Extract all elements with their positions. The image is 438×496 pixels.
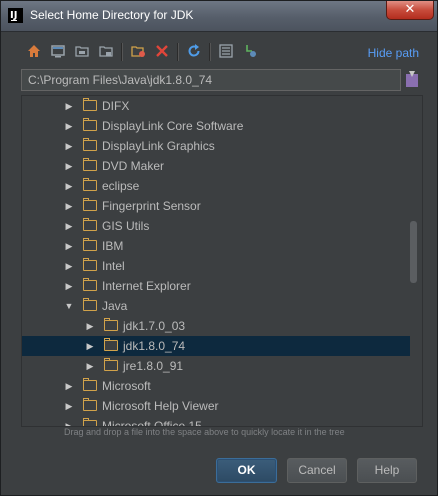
tree-row[interactable]: ▶ IBM xyxy=(22,236,410,256)
tree-row[interactable]: ▶ eclipse xyxy=(22,176,410,196)
tree-item-label: IBM xyxy=(102,239,124,253)
collapsed-arrow-icon[interactable]: ▶ xyxy=(64,96,74,116)
tree-row[interactable]: ▶ Intel xyxy=(22,256,410,276)
tree-item-label: DisplayLink Graphics xyxy=(102,139,215,153)
tree-item-label: jdk1.7.0_03 xyxy=(123,319,186,333)
folder-icon xyxy=(104,358,118,371)
tree-item-label: Microsoft Office 15 xyxy=(102,419,202,427)
tree-row[interactable]: ▶ jdk1.7.0_03 xyxy=(22,316,410,336)
folder-icon xyxy=(83,398,97,411)
folder-icon xyxy=(83,238,97,251)
collapsed-arrow-icon[interactable]: ▶ xyxy=(85,336,95,356)
folder-icon xyxy=(104,338,118,351)
collapsed-arrow-icon[interactable]: ▶ xyxy=(64,176,74,196)
folder-icon xyxy=(83,278,97,291)
expand-icon[interactable] xyxy=(241,43,259,61)
tree-item-label: GIS Utils xyxy=(102,219,150,233)
tree-row[interactable]: ▶ DisplayLink Graphics xyxy=(22,136,410,156)
toolbar-separator xyxy=(121,43,123,61)
collapsed-arrow-icon[interactable]: ▶ xyxy=(64,236,74,256)
collapsed-arrow-icon[interactable]: ▶ xyxy=(85,316,95,336)
tree-item-label: DIFX xyxy=(102,99,130,113)
toolbar-separator xyxy=(209,43,211,61)
tree-row[interactable]: ▶ DIFX xyxy=(22,96,410,116)
collapsed-arrow-icon[interactable]: ▶ xyxy=(64,416,74,426)
collapsed-arrow-icon[interactable]: ▶ xyxy=(64,196,74,216)
help-button[interactable]: Help xyxy=(357,458,417,483)
folder-icon xyxy=(83,178,97,191)
tree-item-label: Microsoft xyxy=(102,379,151,393)
tree-item-label: DVD Maker xyxy=(102,159,165,173)
close-button[interactable]: ✕ xyxy=(386,1,434,20)
folder-icon xyxy=(83,218,97,231)
folder-icon xyxy=(83,418,97,426)
tree-item-label: Microsoft Help Viewer xyxy=(102,399,219,413)
collapsed-arrow-icon[interactable]: ▶ xyxy=(64,256,74,276)
tree-row[interactable]: ▶ jdk1.8.0_74 xyxy=(22,336,410,356)
tree-row[interactable]: ▶ DisplayLink Core Software xyxy=(22,116,410,136)
path-input[interactable]: C:\Program Files\Java\jdk1.8.0_74 xyxy=(21,69,401,91)
dialog-window: IJ Select Home Directory for JDK ✕ Hide … xyxy=(0,0,438,496)
delete-icon[interactable] xyxy=(153,43,171,61)
show-hidden-icon[interactable] xyxy=(217,43,235,61)
folder-icon xyxy=(83,258,97,271)
tree-item-label: Java xyxy=(102,299,128,313)
tree-row[interactable]: ▶ GIS Utils xyxy=(22,216,410,236)
hide-path-link[interactable]: Hide path xyxy=(368,46,419,60)
folder-icon xyxy=(83,298,97,311)
collapsed-arrow-icon[interactable]: ▶ xyxy=(64,276,74,296)
folder-icon xyxy=(83,378,97,391)
tree-item-label: Intel xyxy=(102,259,125,273)
expanded-arrow-icon[interactable]: ▼ xyxy=(64,296,74,316)
title-bar[interactable]: IJ Select Home Directory for JDK ✕ xyxy=(1,1,437,32)
refresh-icon[interactable] xyxy=(185,43,203,61)
collapsed-arrow-icon[interactable]: ▶ xyxy=(64,156,74,176)
collapsed-arrow-icon[interactable]: ▶ xyxy=(64,216,74,236)
tree-row[interactable]: ▶ Microsoft Help Viewer xyxy=(22,396,410,416)
module-folder-icon[interactable] xyxy=(97,43,115,61)
window-title: Select Home Directory for JDK xyxy=(30,8,194,22)
cancel-button[interactable]: Cancel xyxy=(287,458,347,483)
home-icon[interactable] xyxy=(25,43,43,61)
new-folder-icon[interactable] xyxy=(129,43,147,61)
collapsed-arrow-icon[interactable]: ▶ xyxy=(85,356,95,376)
folder-icon xyxy=(83,198,97,211)
folder-icon xyxy=(83,118,97,131)
collapsed-arrow-icon[interactable]: ▶ xyxy=(64,396,74,416)
collapsed-arrow-icon[interactable]: ▶ xyxy=(64,136,74,156)
tree-item-label: Internet Explorer xyxy=(102,279,191,293)
folder-icon xyxy=(83,98,97,111)
tree-item-label: jdk1.8.0_74 xyxy=(123,339,186,353)
tree-row[interactable]: ▶ Internet Explorer xyxy=(22,276,410,296)
tree-row[interactable]: ▶ DVD Maker xyxy=(22,156,410,176)
folder-icon xyxy=(83,138,97,151)
tree-row[interactable]: ▶ Microsoft xyxy=(22,376,410,396)
tree-item-label: jre1.8.0_91 xyxy=(123,359,184,373)
collapsed-arrow-icon[interactable]: ▶ xyxy=(64,116,74,136)
tree-row[interactable]: ▶ Microsoft Office 15 xyxy=(22,416,410,427)
tree-row[interactable]: ▶ jre1.8.0_91 xyxy=(22,356,410,376)
drag-drop-hint: Drag and drop a file into the space abov… xyxy=(64,427,345,437)
tree-row[interactable]: ▶ Fingerprint Sensor xyxy=(22,196,410,216)
tree-scrollbar[interactable] xyxy=(410,221,417,283)
folder-icon xyxy=(104,318,118,331)
path-history-icon[interactable] xyxy=(405,70,419,88)
tree-row[interactable]: ▼ Java xyxy=(22,296,410,316)
ok-button[interactable]: OK xyxy=(216,458,277,483)
collapsed-arrow-icon[interactable]: ▶ xyxy=(64,376,74,396)
desktop-icon[interactable] xyxy=(49,43,67,61)
toolbar xyxy=(21,41,421,63)
tree-item-label: eclipse xyxy=(102,179,140,193)
file-tree[interactable]: ▶ DIFX ▶ DisplayLink Core Software ▶ DisplayL… xyxy=(21,95,423,427)
tree-item-label: Fingerprint Sensor xyxy=(102,199,201,213)
tree-item-label: DisplayLink Core Software xyxy=(102,119,244,133)
toolbar-separator xyxy=(177,43,179,61)
folder-icon xyxy=(83,158,97,171)
project-folder-icon[interactable] xyxy=(73,43,91,61)
intellij-app-icon: IJ xyxy=(8,8,23,23)
